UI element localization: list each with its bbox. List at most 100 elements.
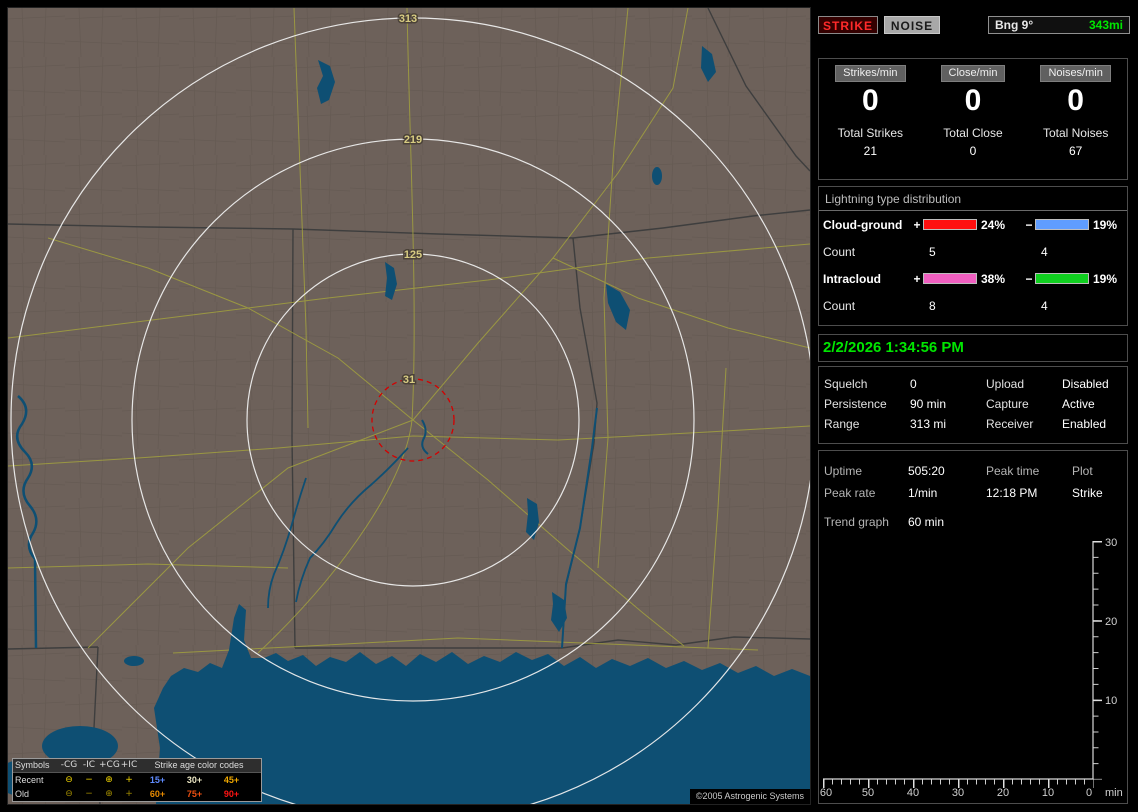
cg-minus-count: 4 xyxy=(1041,244,1048,259)
ic-minus-count: 4 xyxy=(1041,298,1048,313)
trend-window-value: 60 min xyxy=(908,515,945,529)
side-panel: STRIKE NOISE Bng 9° 343mi Strikes/min 0 … xyxy=(818,8,1130,804)
close-counter: Close/min 0 Total Close 0 xyxy=(922,59,1025,179)
strikes-per-min-button[interactable]: Strikes/min xyxy=(835,65,906,82)
close-per-min-value: 0 xyxy=(964,84,982,117)
ring-label-313: 313 xyxy=(399,13,417,25)
neg-cg-symbol-old-icon: ⊖ xyxy=(65,788,73,799)
cg-plus-count: 5 xyxy=(929,244,936,259)
bearing-range-value: 343mi xyxy=(1088,18,1123,32)
settings-row: Range 313 mi Receiver Enabled xyxy=(819,414,1127,434)
total-close-value: 0 xyxy=(969,144,977,158)
noise-toggle-button[interactable]: NOISE xyxy=(884,16,940,34)
age-15-label: 15+ xyxy=(149,774,166,785)
total-noises-value: 67 xyxy=(1068,144,1083,158)
squelch-label: Squelch xyxy=(824,377,868,391)
total-strikes-label: Total Strikes xyxy=(837,126,903,140)
legend-col-neg-cg: -CG xyxy=(60,760,78,770)
legend-age-header: Strike age color codes xyxy=(154,760,244,770)
trend-graph-row: Trend graph 60 min xyxy=(819,511,1127,533)
legend-old-label: Old xyxy=(15,788,30,799)
cg-minus-bar xyxy=(1035,219,1089,230)
trend-graph-label: Trend graph xyxy=(824,515,889,529)
ic-count-label: Count xyxy=(823,298,856,313)
peak-time-label: Peak time xyxy=(986,464,1040,478)
ring-label-125: 125 xyxy=(404,249,422,261)
uptime-label: Uptime xyxy=(824,464,863,478)
ring-label-31: 31 xyxy=(403,374,415,386)
x-tick-10: 10 xyxy=(1042,787,1054,799)
cg-plus-percent: 24% xyxy=(981,217,1006,232)
rate-counters-panel: Strikes/min 0 Total Strikes 21 Close/min… xyxy=(818,58,1128,180)
bearing-label: Bng 9° xyxy=(995,18,1034,32)
pos-cg-symbol-old-icon: ⊕ xyxy=(105,788,113,799)
cloud-ground-label: Cloud-ground xyxy=(823,217,903,232)
peak-time-value: 12:18 PM xyxy=(986,486,1038,500)
cg-minus-percent: 19% xyxy=(1093,217,1118,232)
mode-button-row: STRIKE NOISE Bng 9° 343mi xyxy=(818,16,1130,34)
cg-minus-sign: − xyxy=(1025,217,1033,232)
cloud-ground-count-row: Count 5 4 xyxy=(819,238,1127,265)
total-strikes-value: 21 xyxy=(863,144,877,158)
ring-label-219: 219 xyxy=(404,134,422,146)
stats-row: Uptime 505:20 Peak time Plot xyxy=(819,460,1127,482)
ic-minus-bar xyxy=(1035,273,1089,284)
receiver-status: Enabled xyxy=(1062,417,1107,431)
upload-label: Upload xyxy=(986,377,1025,391)
noises-per-min-button[interactable]: Noises/min xyxy=(1040,65,1111,82)
close-per-min-button[interactable]: Close/min xyxy=(940,65,1006,82)
cg-plus-bar xyxy=(923,219,977,230)
total-close-label: Total Close xyxy=(943,126,1003,140)
cg-plus-sign: + xyxy=(913,217,921,232)
settings-row: Squelch 0 Upload Disabled xyxy=(819,374,1127,394)
peak-rate-value: 1/min xyxy=(908,486,938,500)
pos-ic-symbol-icon: + xyxy=(125,774,133,785)
x-tick-0: 0 xyxy=(1086,787,1092,799)
map-canvas[interactable]: 313 219 125 31 xyxy=(8,8,810,804)
persistence-value: 90 min xyxy=(910,397,947,411)
plot-value: Strike xyxy=(1072,486,1103,500)
distribution-title: Lightning type distribution xyxy=(819,187,1127,211)
settings-row: Persistence 90 min Capture Active xyxy=(819,394,1127,414)
strike-toggle-button[interactable]: STRIKE xyxy=(818,16,878,34)
noises-per-min-value: 0 xyxy=(1067,84,1084,117)
legend-recent-row: Recent ⊖ − ⊕ + 15+ 30+ 45+ xyxy=(13,773,261,787)
x-tick-40: 40 xyxy=(907,787,919,799)
range-label: Range xyxy=(824,417,860,431)
trend-graph-chart: 30 20 10 60 50 40 30 20 10 0 min xyxy=(820,537,1123,799)
lightning-distribution-panel: Lightning type distribution Cloud-ground… xyxy=(818,186,1128,326)
ic-plus-bar xyxy=(923,273,977,284)
stats-row: Peak rate 1/min 12:18 PM Strike xyxy=(819,482,1127,504)
y-tick-10: 10 xyxy=(1105,695,1117,707)
y-tick-20: 20 xyxy=(1105,616,1117,628)
y-tick-30: 30 xyxy=(1105,537,1117,549)
settings-panel: Squelch 0 Upload Disabled Persistence 90… xyxy=(818,366,1128,444)
lightning-map[interactable]: 313 219 125 31 Symbols -CG -IC +CG +IC S… xyxy=(7,7,811,805)
copyright-text: ©2005 Astrogenic Systems xyxy=(689,789,810,804)
legend-symbols-header: Symbols xyxy=(15,760,50,770)
x-tick-20: 20 xyxy=(997,787,1009,799)
intracloud-label: Intracloud xyxy=(823,271,882,286)
upload-status: Disabled xyxy=(1062,377,1109,391)
bearing-range-display: Bng 9° 343mi xyxy=(988,16,1130,34)
intracloud-row: Intracloud + 38% − 19% xyxy=(819,265,1127,292)
uptime-value: 505:20 xyxy=(908,464,945,478)
x-tick-60: 60 xyxy=(820,787,832,799)
squelch-value: 0 xyxy=(910,377,917,391)
pos-cg-symbol-icon: ⊕ xyxy=(105,774,113,785)
receiver-label: Receiver xyxy=(986,417,1034,431)
age-75-label: 75+ xyxy=(186,788,203,799)
legend-col-pos-ic: +IC xyxy=(120,760,138,770)
strikes-counter: Strikes/min 0 Total Strikes 21 xyxy=(819,59,922,179)
cg-count-label: Count xyxy=(823,244,856,259)
legend-header-row: Symbols -CG -IC +CG +IC Strike age color… xyxy=(13,759,261,773)
app-window: 313 219 125 31 Symbols -CG -IC +CG +IC S… xyxy=(0,0,1138,812)
persistence-label: Persistence xyxy=(824,397,887,411)
datetime-display: 2/2/2026 1:34:56 PM xyxy=(818,334,1128,362)
axis-unit-label: min xyxy=(1105,787,1123,799)
x-tick-50: 50 xyxy=(862,787,874,799)
neg-ic-symbol-icon: − xyxy=(85,774,93,785)
intracloud-count-row: Count 8 4 xyxy=(819,292,1127,319)
cloud-ground-row: Cloud-ground + 24% − 19% xyxy=(819,211,1127,238)
range-value: 313 mi xyxy=(910,417,947,431)
